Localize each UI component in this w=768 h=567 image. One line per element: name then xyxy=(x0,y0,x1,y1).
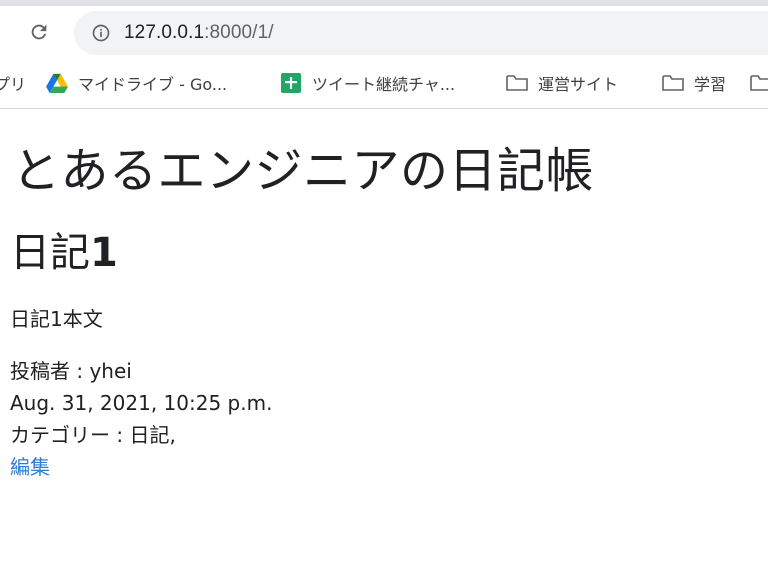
bookmarks-bar: アプリ マイドライブ - Go... ツイート継続チャ... xyxy=(0,58,768,109)
post-title-number: 1 xyxy=(90,230,118,276)
site-info-icon[interactable] xyxy=(90,22,112,44)
edit-link[interactable]: 編集 xyxy=(10,455,50,479)
address-bar[interactable]: 127.0.0.1:8000/1/ xyxy=(74,11,768,55)
bookmark-apps-label: アプリ xyxy=(0,75,27,94)
bookmark-folder-study[interactable]: 学習 xyxy=(662,70,726,96)
post-author: 投稿者 : yhei xyxy=(10,359,132,383)
post-title-text: 日記 xyxy=(10,230,90,276)
url-text: 127.0.0.1:8000/1/ xyxy=(124,22,274,44)
post-body: 日記1本文 xyxy=(10,307,103,331)
folder-icon xyxy=(750,72,768,94)
browser-toolbar: 127.0.0.1:8000/1/ xyxy=(0,6,768,58)
bookmark-my-drive[interactable]: マイドライブ - Go... xyxy=(46,70,227,96)
post-category: カテゴリー : 日記, xyxy=(10,423,176,447)
page-content: とあるエンジニアの日記帳 日記1 日記1本文 投稿者 : yhei Aug. 3… xyxy=(0,109,768,483)
reload-icon xyxy=(31,24,47,40)
bookmark-folder-operations-label: 運営サイト xyxy=(538,75,619,94)
bookmark-folder-study-label: 学習 xyxy=(694,75,727,94)
google-drive-icon xyxy=(46,72,68,94)
google-sheets-icon xyxy=(280,72,302,94)
reload-button[interactable] xyxy=(26,19,52,45)
folder-icon xyxy=(506,72,528,94)
bookmark-tweet-chart-label: ツイート継続チャ... xyxy=(312,75,456,94)
folder-icon xyxy=(662,72,684,94)
bookmark-tweet-chart[interactable]: ツイート継続チャ... xyxy=(280,70,455,96)
post-meta: 投稿者 : yhei Aug. 31, 2021, 10:25 p.m. カテゴ… xyxy=(10,355,768,483)
url-path: :8000/1/ xyxy=(204,22,274,43)
bookmark-my-drive-label: マイドライブ - Go... xyxy=(78,75,228,94)
bookmark-apps[interactable]: アプリ xyxy=(0,70,26,96)
post-title: 日記1 xyxy=(10,225,768,281)
bookmark-folder-more[interactable] xyxy=(750,70,768,96)
post-date: Aug. 31, 2021, 10:25 p.m. xyxy=(10,391,273,415)
site-title: とあるエンジニアの日記帳 xyxy=(12,143,595,199)
url-host: 127.0.0.1 xyxy=(124,22,205,43)
bookmark-folder-operations[interactable]: 運営サイト xyxy=(506,70,618,96)
